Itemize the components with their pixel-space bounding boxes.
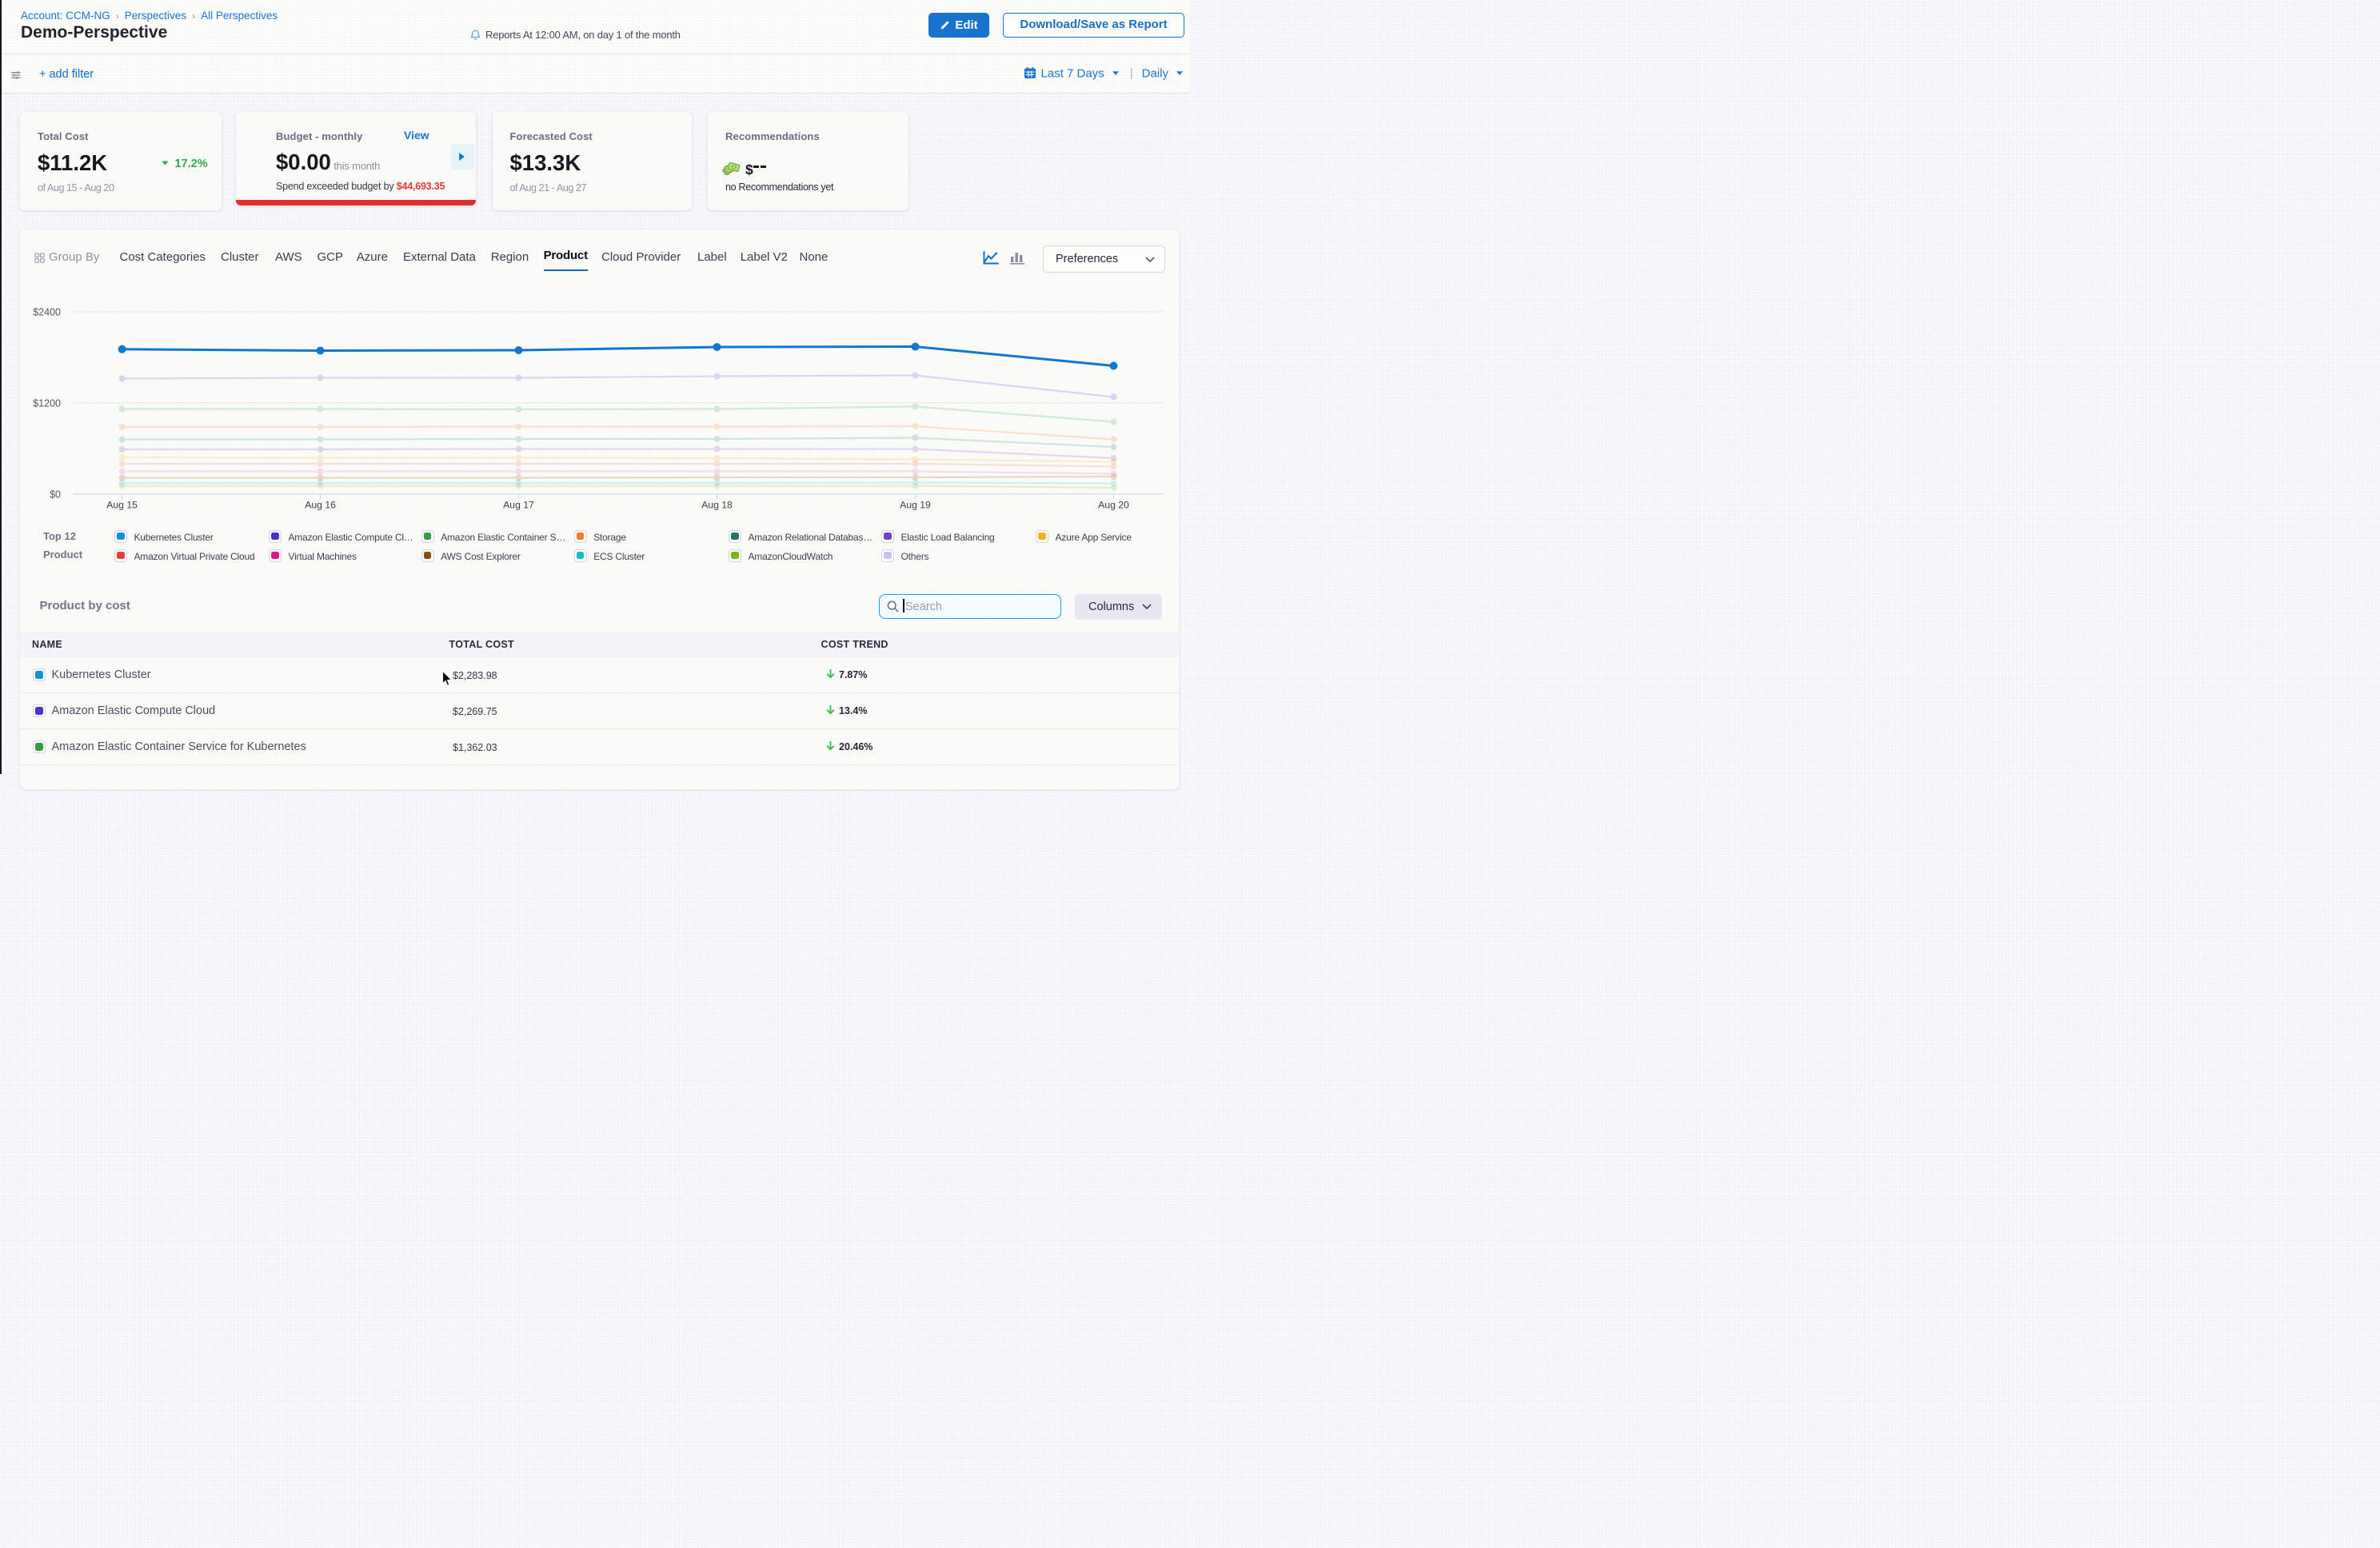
svg-text:Aug 16: Aug 16	[305, 500, 336, 511]
svg-text:Aug 18: Aug 18	[701, 500, 733, 511]
svg-text:$1200: $1200	[33, 397, 61, 409]
svg-text:Aug 17: Aug 17	[503, 500, 534, 511]
svg-text:Aug 20: Aug 20	[1098, 500, 1129, 511]
svg-text:$0: $0	[50, 489, 61, 500]
svg-text:$2400: $2400	[33, 307, 61, 318]
svg-text:Aug 19: Aug 19	[900, 500, 931, 511]
svg-text:Aug 15: Aug 15	[106, 500, 138, 511]
